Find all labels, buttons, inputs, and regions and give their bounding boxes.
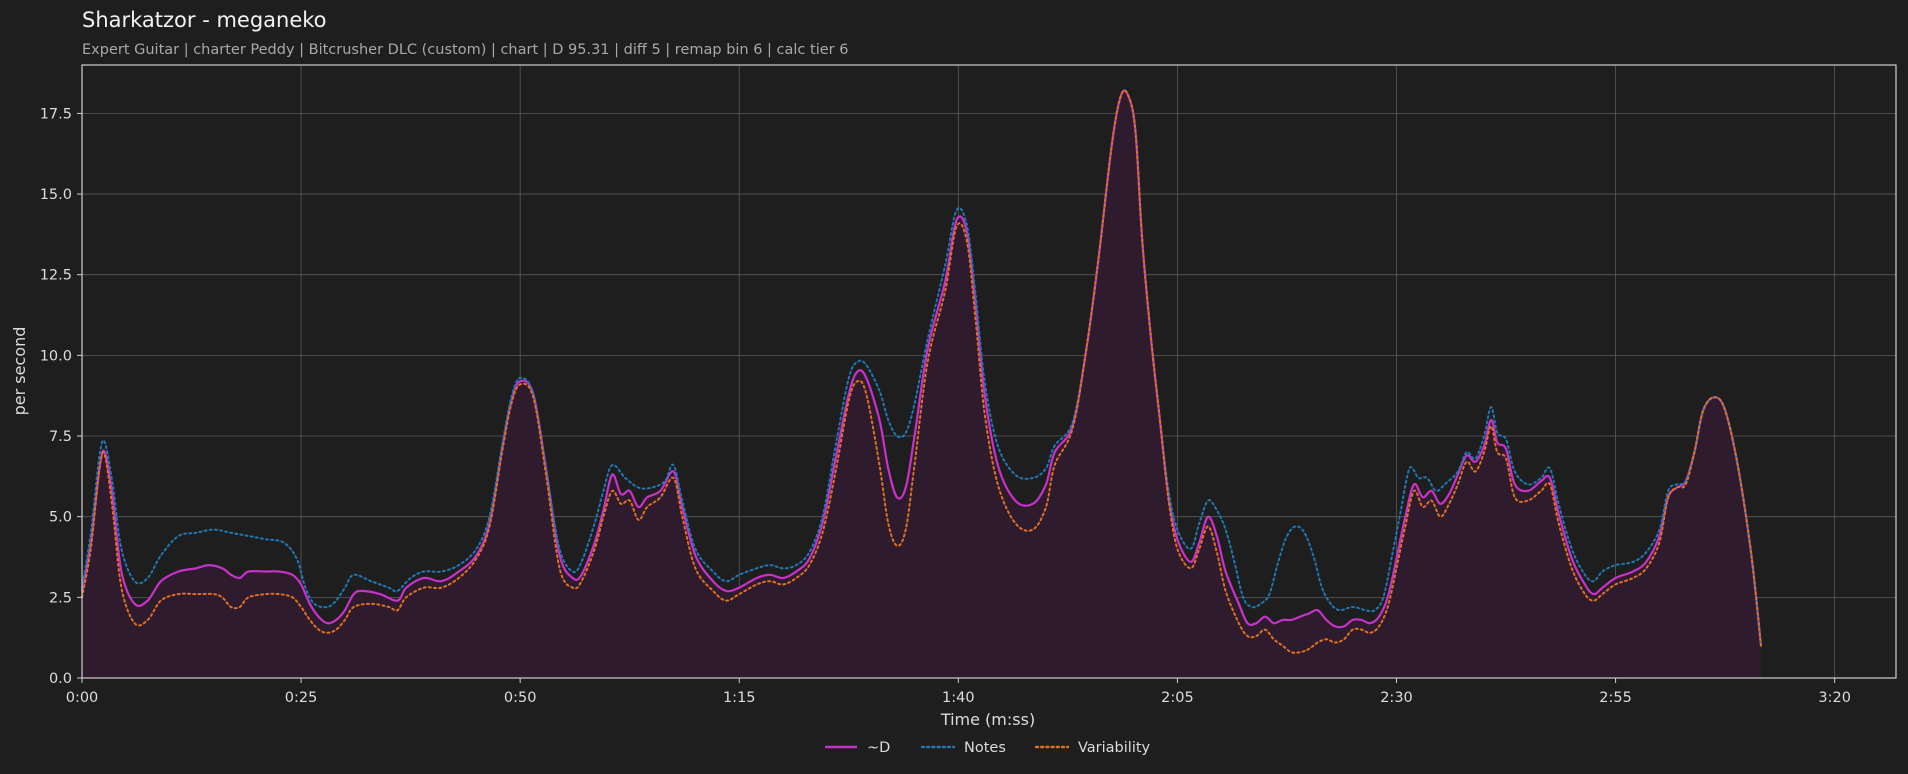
y-tick-label: 5.0 xyxy=(49,510,72,526)
x-axis-ticks: 0:00 0:25 0:50 1:15 1:40 2:05 2:30 2:55 3:20 xyxy=(66,678,1851,706)
x-tick-label: 2:05 xyxy=(1161,690,1194,706)
legend-label: Variability xyxy=(1078,740,1151,756)
x-tick-label: 2:30 xyxy=(1380,690,1413,706)
x-tick-label: 1:15 xyxy=(723,690,756,706)
y-tick-label: 15.0 xyxy=(40,187,72,203)
x-tick-label: 3:20 xyxy=(1818,690,1851,706)
chart-title: Sharkatzor - meganeko xyxy=(82,8,327,32)
y-tick-label: 12.5 xyxy=(40,268,72,284)
x-axis-label: Time (m:ss) xyxy=(940,710,1035,729)
y-axis-ticks: 0.0 2.5 5.0 7.5 10.0 12.5 15.0 17.5 xyxy=(40,106,82,687)
y-tick-label: 2.5 xyxy=(49,590,72,606)
legend-label: ~D xyxy=(867,740,890,756)
x-tick-label: 2:55 xyxy=(1599,690,1632,706)
legend-label: Notes xyxy=(964,740,1006,756)
chart: Sharkatzor - meganeko Expert Guitar | ch… xyxy=(10,8,1897,756)
y-tick-label: 10.0 xyxy=(40,348,72,364)
y-tick-label: 0.0 xyxy=(49,671,72,687)
legend: ~D Notes Variability xyxy=(825,740,1151,756)
x-tick-label: 0:50 xyxy=(504,690,537,706)
y-tick-label: 7.5 xyxy=(49,429,72,445)
x-tick-label: 0:00 xyxy=(66,690,99,706)
x-tick-label: 0:25 xyxy=(285,690,318,706)
x-tick-label: 1:40 xyxy=(942,690,975,706)
y-tick-label: 17.5 xyxy=(40,106,72,122)
plot-area: 0:00 0:25 0:50 1:15 1:40 2:05 2:30 2:55 3:20 0.0… xyxy=(40,64,1897,706)
y-axis-label: per second xyxy=(10,327,29,416)
chart-subtitle: Expert Guitar | charter Peddy | Bitcrush… xyxy=(82,42,848,58)
